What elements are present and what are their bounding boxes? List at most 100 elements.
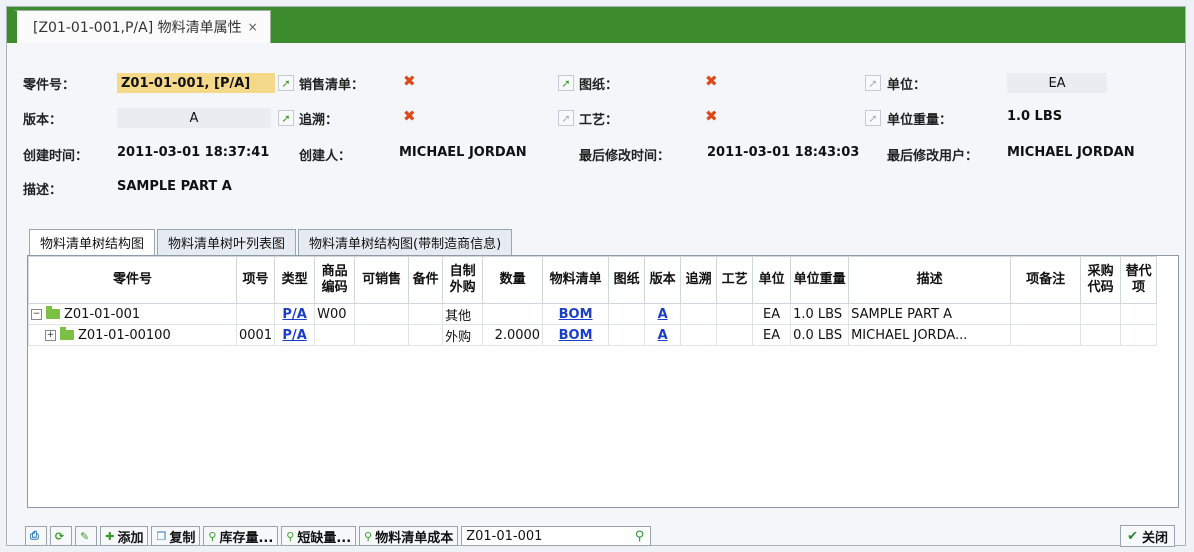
trace-empty-icon: ✖ bbox=[403, 107, 416, 125]
table-row[interactable]: − Z01-01-001 P/A W00 其他 BOM A EA 1.0 LBS … bbox=[28, 303, 1158, 325]
tab-bom-tree[interactable]: 物料清单树结构图 bbox=[29, 229, 156, 255]
trace-cell bbox=[680, 303, 718, 325]
col-header[interactable]: 图纸 bbox=[608, 256, 646, 304]
type-cell[interactable]: P/A bbox=[274, 303, 316, 325]
add-button[interactable]: ✚ 添加 bbox=[100, 526, 149, 546]
bom-link[interactable]: BOM bbox=[559, 307, 593, 322]
creator-label: 创建人： bbox=[299, 149, 352, 164]
col-header[interactable]: 物料清单 bbox=[542, 256, 610, 304]
spare-cell bbox=[408, 303, 444, 325]
creator-value: MICHAEL JORDAN bbox=[399, 145, 527, 160]
bom-cell[interactable]: BOM bbox=[542, 324, 610, 346]
process-cell bbox=[716, 324, 754, 346]
version-goto-icon[interactable]: ➚ bbox=[278, 110, 294, 126]
print-button[interactable]: ⎙ bbox=[25, 526, 47, 546]
item-cell: 0001 bbox=[235, 324, 276, 346]
col-header[interactable]: 单位重量 bbox=[790, 256, 850, 304]
col-header[interactable]: 替代项 bbox=[1120, 256, 1158, 304]
version-cell[interactable]: A bbox=[644, 324, 682, 346]
tab-close-icon[interactable]: × bbox=[248, 20, 258, 34]
view-tabs: 物料清单树结构图 物料清单树叶列表图 物料清单树结构图(带制造商信息) bbox=[29, 229, 514, 255]
col-header[interactable]: 工艺 bbox=[716, 256, 754, 304]
drawing-goto-icon[interactable]: ➚ bbox=[865, 75, 881, 91]
sales-bom-label: 销售清单： bbox=[299, 78, 365, 93]
process-cell bbox=[716, 303, 754, 325]
close-button[interactable]: ✔ 关闭 bbox=[1120, 525, 1175, 547]
part-no-text: Z01-01-001, [P/A] bbox=[121, 75, 251, 91]
type-link[interactable]: P/A bbox=[282, 328, 306, 343]
part-search-input[interactable]: Z01-01-001 ⚲ bbox=[461, 526, 652, 546]
part-cell[interactable]: + Z01-01-00100 bbox=[28, 324, 237, 346]
unit-weight-value: 1.0 LBS bbox=[1007, 109, 1063, 124]
edit-icon: ✎ bbox=[80, 529, 90, 543]
version-link[interactable]: A bbox=[658, 307, 668, 322]
process-goto-icon[interactable]: ➚ bbox=[865, 110, 881, 126]
col-header[interactable]: 商品编码 bbox=[314, 256, 356, 304]
unit-text: EA bbox=[1048, 75, 1066, 91]
folder-icon bbox=[60, 327, 74, 340]
col-header[interactable]: 可销售 bbox=[354, 256, 410, 304]
edit-button[interactable]: ✎ bbox=[75, 526, 98, 546]
col-header[interactable]: 零件号 bbox=[28, 256, 237, 304]
drawing-empty-icon: ✖ bbox=[705, 72, 718, 90]
desc-value: SAMPLE PART A bbox=[117, 179, 232, 194]
bom-properties-window: [Z01-01-001,P/A] 物料清单属性 × 零件号： Z01-01-00… bbox=[6, 6, 1186, 547]
desc-cell: MICHAEL JORDA... bbox=[848, 324, 1012, 346]
code-cell: W00 bbox=[314, 303, 356, 325]
col-header[interactable]: 单位 bbox=[752, 256, 792, 304]
make-buy-cell: 其他 bbox=[442, 303, 484, 325]
unit-weight-label: 单位重量： bbox=[887, 113, 953, 128]
col-header[interactable]: 项备注 bbox=[1010, 256, 1082, 304]
col-header[interactable]: 项号 bbox=[235, 256, 276, 304]
part-text: Z01-01-00100 bbox=[78, 327, 171, 343]
col-header[interactable]: 追溯 bbox=[680, 256, 718, 304]
sales-bom-goto-icon[interactable]: ➚ bbox=[558, 75, 574, 91]
tab-title: [Z01-01-001,P/A] 物料清单属性 bbox=[33, 20, 242, 36]
copy-button[interactable]: ❐ 复制 bbox=[151, 526, 201, 546]
drawing-cell bbox=[608, 324, 646, 346]
tab-bom-leaf-list[interactable]: 物料清单树叶列表图 bbox=[157, 229, 297, 255]
item-cell bbox=[235, 303, 276, 325]
created-label: 创建时间： bbox=[23, 149, 89, 164]
trace-goto-icon[interactable]: ➚ bbox=[558, 110, 574, 126]
close-label: 关闭 bbox=[1141, 530, 1168, 546]
part-cell[interactable]: − Z01-01-001 bbox=[28, 303, 237, 325]
desc-label: 描述： bbox=[23, 183, 63, 198]
table-row[interactable]: + Z01-01-00100 0001 P/A 外购 2.0000 BOM A E… bbox=[28, 324, 1158, 346]
folder-open-icon bbox=[46, 306, 60, 319]
qty-cell bbox=[482, 303, 544, 325]
version-link[interactable]: A bbox=[658, 328, 668, 343]
refresh-button[interactable]: ⟳ bbox=[49, 526, 73, 546]
bom-cost-button[interactable]: ⚲ 物料清单成本 bbox=[359, 526, 459, 546]
col-header[interactable]: 备件 bbox=[408, 256, 444, 304]
col-header[interactable]: 描述 bbox=[848, 256, 1012, 304]
unit-value: EA bbox=[1007, 73, 1107, 93]
refresh-icon: ⟳ bbox=[54, 529, 65, 543]
purchase-cell bbox=[1080, 324, 1122, 346]
search-icon[interactable]: ⚲ bbox=[635, 529, 645, 544]
tab-bom-properties[interactable]: [Z01-01-001,P/A] 物料清单属性 × bbox=[13, 10, 271, 43]
sales-bom-empty-icon: ✖ bbox=[403, 72, 416, 90]
unit-cell: EA bbox=[752, 324, 792, 346]
shortage-button[interactable]: ⚲ 短缺量... bbox=[281, 526, 357, 546]
collapse-icon[interactable]: − bbox=[31, 308, 42, 320]
part-no-goto-icon[interactable]: ➚ bbox=[278, 75, 294, 91]
part-no-label: 零件号： bbox=[23, 78, 76, 93]
type-cell[interactable]: P/A bbox=[274, 324, 316, 346]
col-header[interactable]: 自制外购 bbox=[442, 256, 484, 304]
purchase-cell bbox=[1080, 303, 1122, 325]
bom-cell[interactable]: BOM bbox=[542, 303, 610, 325]
col-header[interactable]: 类型 bbox=[274, 256, 316, 304]
drawing-cell bbox=[608, 303, 646, 325]
version-cell[interactable]: A bbox=[644, 303, 682, 325]
stock-button[interactable]: ⚲ 库存量... bbox=[203, 526, 279, 546]
bom-link[interactable]: BOM bbox=[559, 328, 593, 343]
col-header[interactable]: 采购代码 bbox=[1080, 256, 1122, 304]
expand-icon[interactable]: + bbox=[45, 329, 56, 341]
note-cell bbox=[1010, 324, 1082, 346]
tab-bom-tree-manufacturer[interactable]: 物料清单树结构图(带制造商信息) bbox=[298, 229, 513, 255]
col-header[interactable]: 版本 bbox=[644, 256, 682, 304]
type-link[interactable]: P/A bbox=[282, 307, 306, 322]
part-no-value: Z01-01-001, [P/A] bbox=[117, 73, 275, 93]
col-header[interactable]: 数量 bbox=[482, 256, 544, 304]
